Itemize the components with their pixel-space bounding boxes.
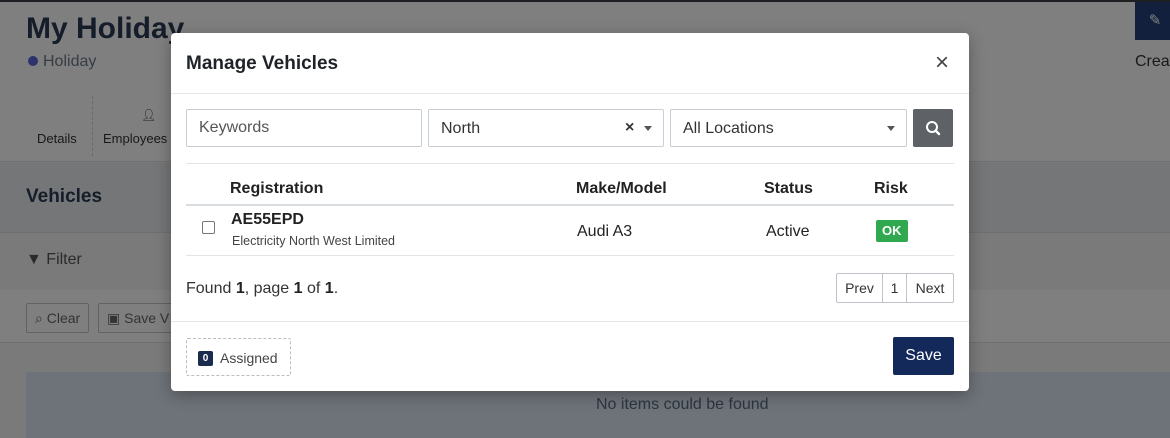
results-page: 1 (293, 280, 303, 297)
chevron-down-icon (887, 126, 895, 131)
results-count: 1 (235, 280, 245, 297)
page-1-button[interactable]: 1 (882, 273, 907, 303)
results-suffix: . (333, 280, 339, 297)
column-header-status: Status (764, 180, 813, 197)
assigned-toggle[interactable]: 0 Assigned (186, 338, 291, 376)
location-select-value: All Locations (683, 120, 774, 137)
column-header-make-model: Make/Model (576, 180, 667, 197)
region-select-value: North (441, 120, 481, 137)
location-select[interactable]: All Locations (670, 109, 907, 147)
column-header-registration: Registration (230, 180, 324, 197)
assigned-count-badge: 0 (198, 351, 213, 366)
clear-selection-icon[interactable]: × (625, 119, 634, 137)
row-organisation: Electricity North West Limited (232, 234, 396, 248)
search-icon (926, 121, 941, 136)
modal-footer-divider (171, 321, 969, 322)
search-button[interactable] (913, 109, 953, 147)
row-status: Active (766, 223, 810, 240)
manage-vehicles-modal: Manage Vehicles × North × All Locations … (171, 33, 969, 391)
results-pages: 1 (324, 280, 334, 297)
keywords-input[interactable] (186, 109, 422, 147)
modal-title: Manage Vehicles (186, 53, 339, 74)
assigned-label: Assigned (220, 350, 278, 366)
row-registration: AE55EPD (231, 211, 304, 228)
next-page-button[interactable]: Next (906, 273, 954, 303)
table-header-divider (186, 204, 954, 206)
row-make-model: Audi A3 (577, 223, 633, 240)
results-page-text: , page (244, 280, 294, 297)
save-button[interactable]: Save (893, 337, 954, 375)
row-select-checkbox[interactable] (202, 221, 215, 234)
chevron-down-icon (644, 126, 652, 131)
row-divider (186, 255, 954, 256)
divider (186, 163, 954, 164)
modal-header: Manage Vehicles × (171, 33, 969, 94)
results-of-text: of (302, 280, 325, 297)
results-prefix: Found (186, 280, 236, 297)
close-icon[interactable]: × (930, 51, 954, 75)
risk-badge: OK (876, 220, 908, 242)
column-header-risk: Risk (874, 180, 908, 197)
prev-page-button[interactable]: Prev (836, 273, 883, 303)
region-select[interactable]: North × (428, 109, 664, 147)
results-summary: Found 1, page 1 of 1. (186, 280, 338, 298)
